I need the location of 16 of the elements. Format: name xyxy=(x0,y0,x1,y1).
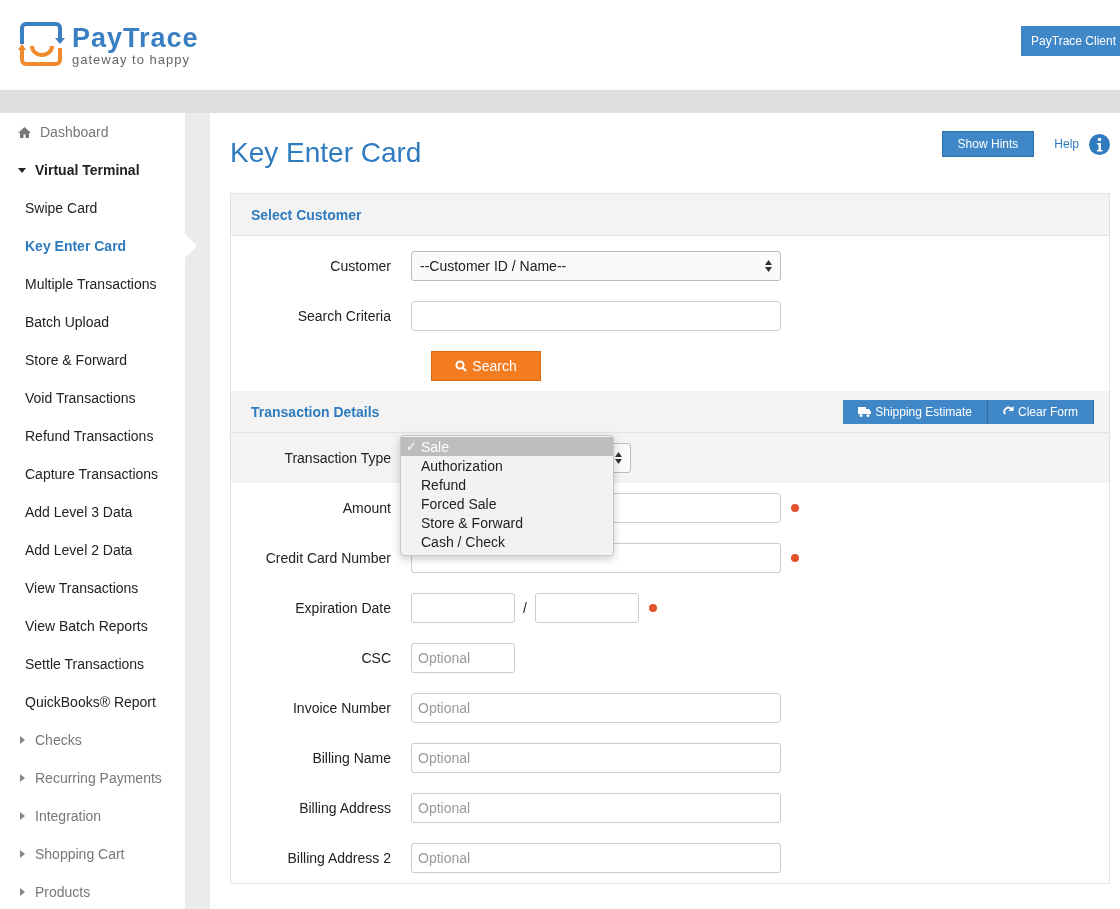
field-label: Credit Card Number xyxy=(264,550,392,566)
field-label: Customer xyxy=(329,258,392,274)
page-title: Key Enter Card xyxy=(230,137,422,169)
field-label: CSC xyxy=(360,650,392,666)
field-label: Billing Address 2 xyxy=(286,850,392,866)
date-separator: / xyxy=(523,600,527,616)
field-label: Search Criteria xyxy=(296,308,392,324)
field-label: Expiration Date xyxy=(294,600,392,616)
field-label: Transaction Type xyxy=(283,450,392,466)
field-label: Billing Name xyxy=(311,750,392,766)
field-label: Billing Address xyxy=(298,800,392,816)
section-title: Select Customer xyxy=(251,206,362,223)
field-label: Invoice Number xyxy=(291,700,392,716)
field-label: Amount xyxy=(341,500,392,516)
section-title: Transaction Details xyxy=(251,403,380,420)
brand-name: PayTrace xyxy=(72,23,199,52)
